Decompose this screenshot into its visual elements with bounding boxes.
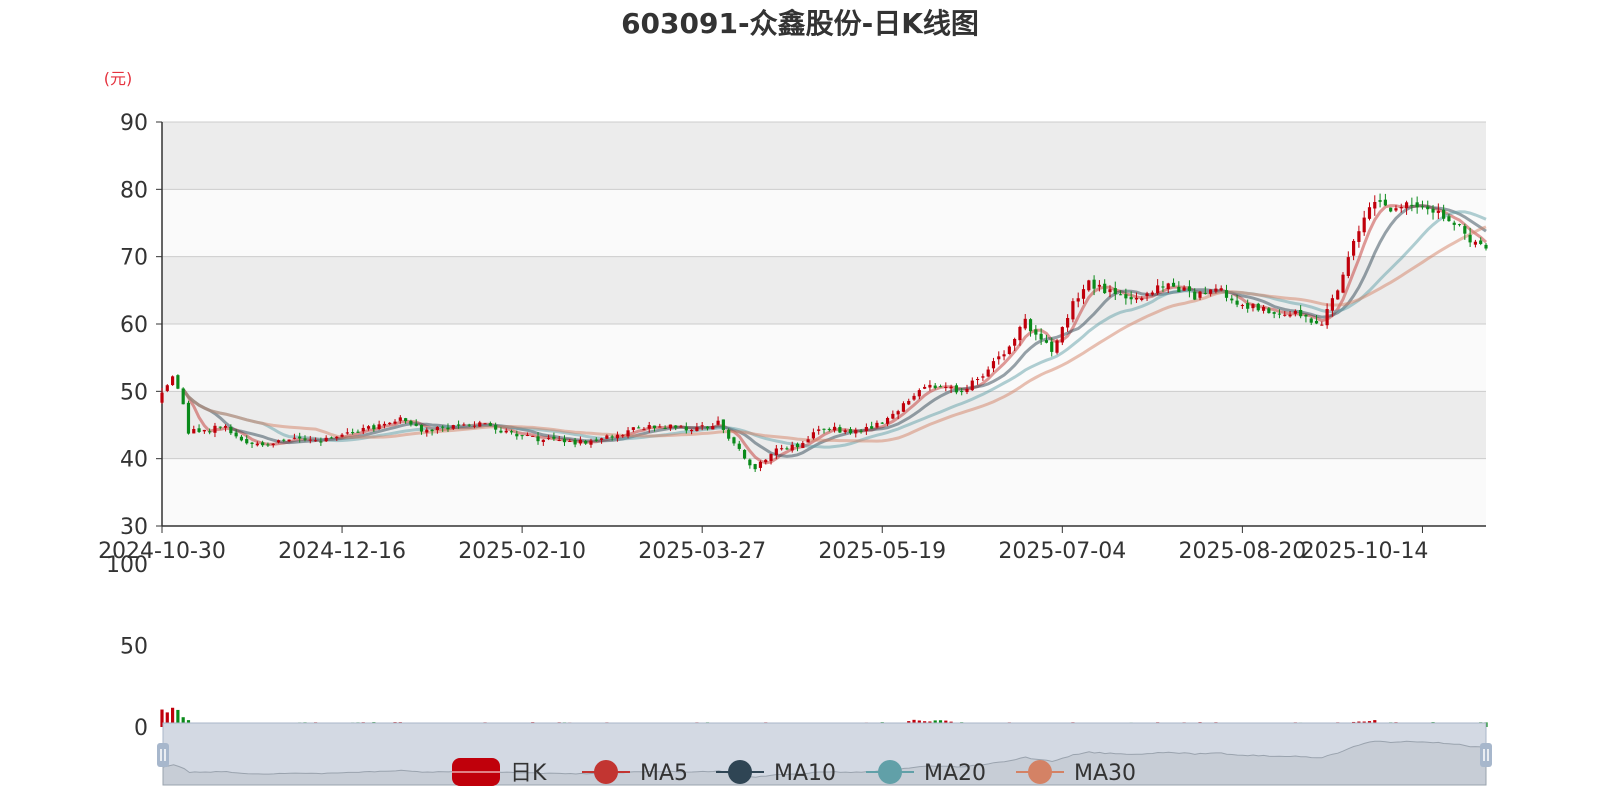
candle [1055,338,1059,355]
candle [181,387,185,405]
legend-swatch [878,760,902,784]
volume-tick-label: 100 [106,553,148,578]
data-zoom-right-handle[interactable] [1480,743,1492,767]
legend-label: MA10 [774,761,836,786]
y-tick-label: 70 [120,246,148,271]
x-tick-label: 2025-08-20 [1178,539,1306,564]
grid-band [162,122,1486,190]
data-zoom-left-handle[interactable] [157,743,169,767]
candle [165,384,169,393]
legend-swatch [728,760,752,784]
volume-tick-label: 0 [134,716,148,741]
y-tick-label: 90 [120,111,148,136]
y-tick-label: 40 [120,448,148,473]
legend-swatch [594,760,618,784]
x-tick-label: 2025-10-14 [1301,539,1429,564]
y-tick-label: 80 [120,178,148,203]
y-axis-unit: (元) [104,69,133,88]
candle [1007,345,1011,355]
legend-label: 日K [510,761,547,786]
candle [1087,279,1091,292]
legend-swatch [1028,760,1052,784]
candle [186,400,191,435]
candle [1071,298,1075,323]
candle [1060,326,1064,346]
legend-item-ma20[interactable]: MA20 [866,760,986,786]
x-tick-label: 2025-03-27 [638,539,766,564]
x-tick-label: 2025-05-19 [818,539,946,564]
volume-tick-label: 50 [120,635,148,660]
legend-item-ma10[interactable]: MA10 [716,760,836,786]
legend-item-ma30[interactable]: MA30 [1016,760,1136,786]
x-tick-label: 2024-12-16 [278,539,406,564]
y-tick-label: 30 [120,515,148,540]
grid-band [162,458,1486,526]
volume-y-axis: 0 50 100 [106,553,148,741]
chart-title: 603091-众鑫股份-日K线图 [621,7,979,40]
candle [1341,272,1345,294]
kline-chart: 603091-众鑫股份-日K线图 (元) 30 40 50 60 70 80 90 2024… [98,7,1492,786]
y-tick-label: 50 [120,380,148,405]
grid-band [162,189,1486,257]
legend-label: MA5 [640,761,688,786]
legend-label: MA30 [1074,761,1136,786]
candle [1336,289,1340,300]
x-axis: 2024-10-30 2024-12-16 2025-02-10 2025-03-27… [98,525,1486,564]
x-tick-label: 2025-07-04 [998,539,1126,564]
candle [176,374,180,390]
y-tick-label: 60 [120,313,148,338]
candle [531,435,535,437]
legend-label: MA20 [924,761,986,786]
grid-band [162,324,1486,392]
price-grid [162,121,1486,527]
price-y-axis: 30 40 50 60 70 80 90 [120,111,163,540]
candle [742,449,747,460]
candle [171,375,175,386]
x-tick-label: 2025-02-10 [458,539,586,564]
